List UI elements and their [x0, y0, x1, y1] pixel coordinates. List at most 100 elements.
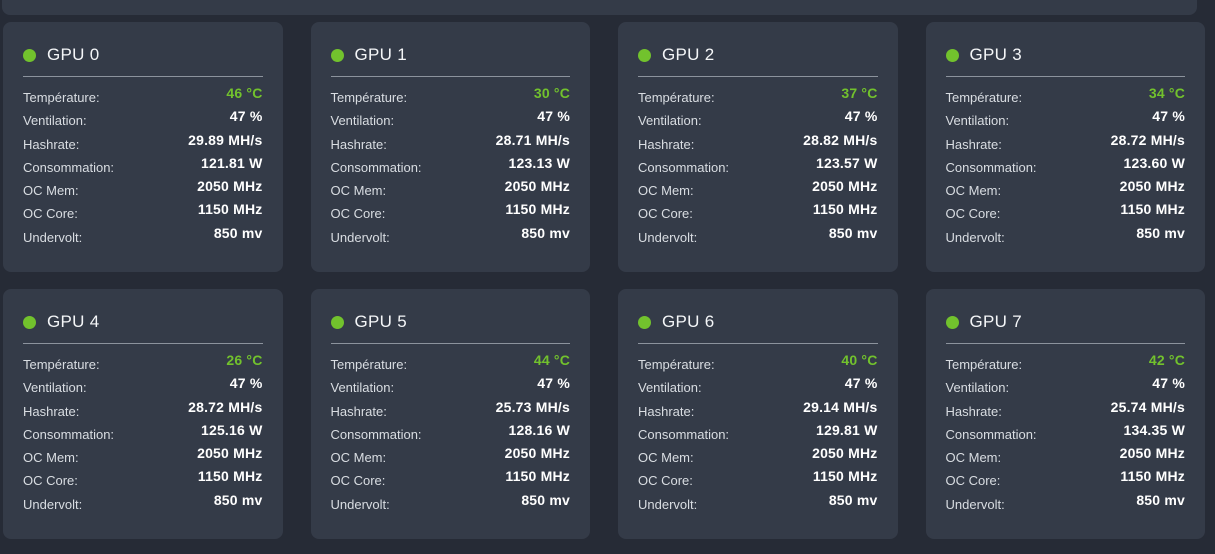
gpu-card-header: GPU 3 — [946, 46, 1186, 64]
gpu-title: GPU 3 — [970, 45, 1023, 65]
temperature-label: Température: — [946, 90, 1023, 105]
undervolt-label: Undervolt: — [331, 497, 390, 512]
undervolt-value: 850 mv — [1136, 492, 1185, 508]
oc-mem-label: OC Mem: — [331, 183, 387, 198]
ventilation-value: 47 % — [230, 375, 263, 391]
undervolt-label: Undervolt: — [638, 497, 697, 512]
oc-core-value: 1150 MHz — [813, 468, 878, 484]
stat-row-consommation: Consommation: 128.16 W — [331, 424, 571, 447]
temperature-label: Température: — [638, 357, 715, 372]
stat-row-oc-mem: OC Mem: 2050 MHz — [23, 447, 263, 470]
consommation-label: Consommation: — [638, 160, 729, 175]
card-divider — [331, 76, 571, 77]
oc-mem-value: 2050 MHz — [812, 445, 877, 461]
undervolt-value: 850 mv — [1136, 225, 1185, 241]
stat-row-ventilation: Ventilation: 47 % — [23, 377, 263, 400]
stat-row-ventilation: Ventilation: 47 % — [946, 377, 1186, 400]
ventilation-value: 47 % — [537, 108, 570, 124]
consommation-label: Consommation: — [331, 427, 422, 442]
stat-row-hashrate: Hashrate: 29.89 MH/s — [23, 134, 263, 157]
stat-row-undervolt: Undervolt: 850 mv — [331, 494, 571, 517]
stat-row-oc-core: OC Core: 1150 MHz — [946, 470, 1186, 493]
stat-row-oc-mem: OC Mem: 2050 MHz — [638, 180, 878, 203]
oc-mem-label: OC Mem: — [23, 183, 79, 198]
temperature-value: 42 °C — [1149, 352, 1185, 368]
gpu-title: GPU 4 — [47, 312, 100, 332]
hashrate-value: 25.73 MH/s — [496, 399, 570, 415]
stat-row-oc-mem: OC Mem: 2050 MHz — [946, 447, 1186, 470]
consommation-label: Consommation: — [638, 427, 729, 442]
gpu-card: GPU 3 Température: 34 °C Ventilation: 47… — [926, 22, 1206, 272]
hashrate-value: 28.72 MH/s — [1111, 132, 1185, 148]
stat-row-temperature: Température: 46 °C — [23, 87, 263, 110]
oc-core-value: 1150 MHz — [1120, 468, 1185, 484]
stat-row-hashrate: Hashrate: 28.82 MH/s — [638, 134, 878, 157]
oc-mem-label: OC Mem: — [331, 450, 387, 465]
ventilation-label: Ventilation: — [638, 380, 702, 395]
undervolt-value: 850 mv — [214, 225, 263, 241]
hashrate-label: Hashrate: — [638, 404, 694, 419]
hashrate-label: Hashrate: — [23, 137, 79, 152]
temperature-label: Température: — [638, 90, 715, 105]
gpu-stats: Température: 42 °C Ventilation: 47 % Has… — [946, 354, 1186, 517]
stat-row-temperature: Température: 26 °C — [23, 354, 263, 377]
stat-row-oc-mem: OC Mem: 2050 MHz — [946, 180, 1186, 203]
temperature-value: 26 °C — [226, 352, 262, 368]
hashrate-label: Hashrate: — [638, 137, 694, 152]
ventilation-label: Ventilation: — [23, 380, 87, 395]
gpu-title: GPU 0 — [47, 45, 100, 65]
stat-row-consommation: Consommation: 129.81 W — [638, 424, 878, 447]
ventilation-label: Ventilation: — [946, 113, 1010, 128]
consommation-value: 123.13 W — [508, 155, 570, 171]
oc-mem-value: 2050 MHz — [1120, 445, 1185, 461]
stat-row-ventilation: Ventilation: 47 % — [331, 377, 571, 400]
gpu-status-online-icon — [23, 49, 36, 62]
stat-row-undervolt: Undervolt: 850 mv — [331, 227, 571, 250]
ventilation-label: Ventilation: — [946, 380, 1010, 395]
undervolt-label: Undervolt: — [23, 230, 82, 245]
gpu-title: GPU 5 — [355, 312, 408, 332]
ventilation-value: 47 % — [537, 375, 570, 391]
stat-row-consommation: Consommation: 123.57 W — [638, 157, 878, 180]
ventilation-value: 47 % — [1152, 375, 1185, 391]
stat-row-ventilation: Ventilation: 47 % — [331, 110, 571, 133]
gpu-card: GPU 1 Température: 30 °C Ventilation: 47… — [311, 22, 591, 272]
temperature-label: Température: — [946, 357, 1023, 372]
undervolt-label: Undervolt: — [946, 230, 1005, 245]
oc-core-label: OC Core: — [331, 206, 386, 221]
undervolt-label: Undervolt: — [23, 497, 82, 512]
stat-row-oc-mem: OC Mem: 2050 MHz — [331, 180, 571, 203]
temperature-value: 40 °C — [841, 352, 877, 368]
gpu-title: GPU 7 — [970, 312, 1023, 332]
gpu-card-header: GPU 4 — [23, 313, 263, 331]
undervolt-value: 850 mv — [829, 492, 878, 508]
oc-mem-label: OC Mem: — [638, 450, 694, 465]
gpu-card: GPU 5 Température: 44 °C Ventilation: 47… — [311, 289, 591, 539]
consommation-value: 134.35 W — [1123, 422, 1185, 438]
ventilation-label: Ventilation: — [331, 113, 395, 128]
undervolt-label: Undervolt: — [331, 230, 390, 245]
stat-row-ventilation: Ventilation: 47 % — [638, 110, 878, 133]
ventilation-value: 47 % — [1152, 108, 1185, 124]
consommation-label: Consommation: — [331, 160, 422, 175]
oc-core-label: OC Core: — [946, 206, 1001, 221]
oc-core-value: 1150 MHz — [198, 468, 263, 484]
temperature-value: 44 °C — [534, 352, 570, 368]
gpu-title: GPU 6 — [662, 312, 715, 332]
hashrate-label: Hashrate: — [331, 404, 387, 419]
stat-row-oc-core: OC Core: 1150 MHz — [946, 203, 1186, 226]
card-divider — [638, 76, 878, 77]
temperature-value: 46 °C — [226, 85, 262, 101]
stat-row-undervolt: Undervolt: 850 mv — [23, 227, 263, 250]
oc-core-label: OC Core: — [23, 206, 78, 221]
stat-row-consommation: Consommation: 123.60 W — [946, 157, 1186, 180]
gpu-card-header: GPU 5 — [331, 313, 571, 331]
stat-row-temperature: Température: 34 °C — [946, 87, 1186, 110]
stat-row-temperature: Température: 42 °C — [946, 354, 1186, 377]
card-divider — [946, 343, 1186, 344]
stat-row-hashrate: Hashrate: 25.74 MH/s — [946, 401, 1186, 424]
oc-core-value: 1150 MHz — [1120, 201, 1185, 217]
stat-row-undervolt: Undervolt: 850 mv — [23, 494, 263, 517]
top-panel-edge — [2, 0, 1197, 15]
temperature-label: Température: — [331, 90, 408, 105]
